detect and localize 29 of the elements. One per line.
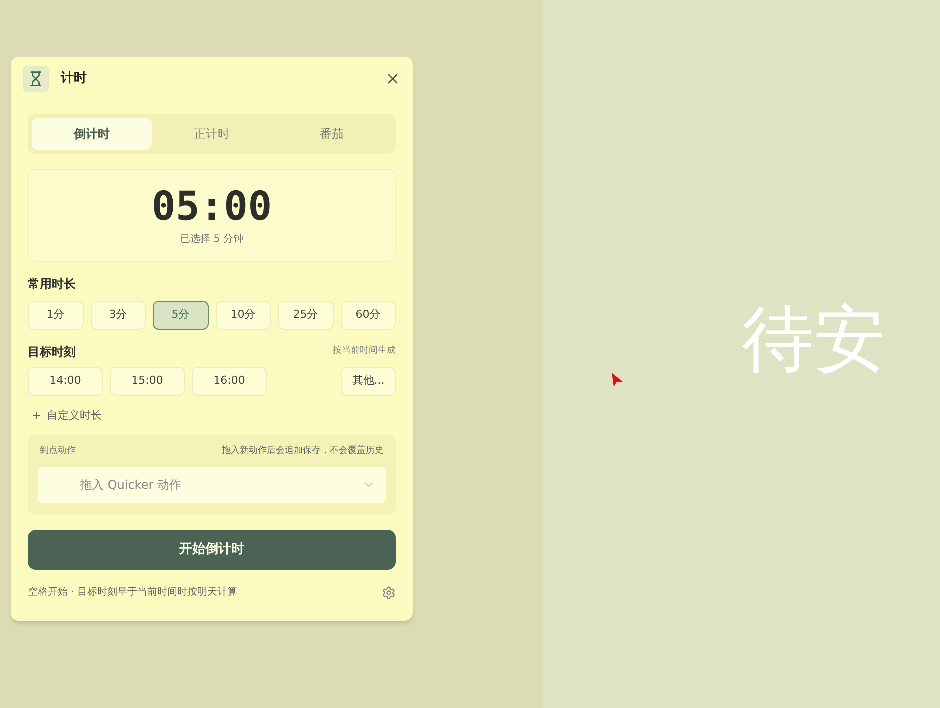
hourglass-icon — [23, 66, 49, 92]
placeholder-text: 待安 — [742, 296, 886, 383]
action-drop-field[interactable]: 拖入 Quicker 动作 — [38, 467, 386, 503]
cursor-icon — [611, 372, 624, 388]
duration-button[interactable]: 5分 — [153, 301, 208, 330]
section-hint: 按当前时间生成 — [333, 345, 396, 358]
settings-icon[interactable] — [382, 586, 396, 600]
window-title: 计时 — [61, 70, 88, 88]
duration-button[interactable]: 3分 — [90, 301, 146, 330]
action-hint: 拖入新动作后会追加保存，不会覆盖历史 — [222, 444, 384, 458]
duration-button[interactable]: 60分 — [340, 301, 396, 330]
other-time-button[interactable]: 其他... — [341, 367, 396, 396]
time-display: 05:00 — [152, 184, 272, 228]
mode-tab[interactable]: 倒计时 — [32, 118, 152, 150]
time-caption: 已选择 5 分钟 — [180, 232, 244, 246]
mode-tab[interactable]: 正计时 — [152, 118, 272, 150]
target-time-button[interactable]: 15:00 — [110, 367, 185, 396]
section-title: 常用时长 — [28, 276, 77, 293]
footer-note: 空格开始 · 目标时刻早于当前时间时按明天计算 — [28, 586, 238, 600]
section-title: 目标时刻 — [28, 344, 76, 361]
start-button[interactable]: 开始倒计时 — [28, 530, 396, 570]
duration-button[interactable]: 10分 — [216, 301, 271, 330]
mode-tab[interactable]: 番茄 — [272, 118, 392, 150]
target-time-button[interactable]: 16:00 — [192, 367, 267, 396]
duration-button[interactable]: 25分 — [278, 301, 334, 330]
target-time-button[interactable]: 14:00 — [28, 367, 103, 396]
duration-button[interactable]: 1分 — [28, 301, 84, 330]
action-label: 到点动作 — [40, 444, 76, 458]
custom-duration-link[interactable]: + 自定义时长 — [28, 408, 106, 424]
